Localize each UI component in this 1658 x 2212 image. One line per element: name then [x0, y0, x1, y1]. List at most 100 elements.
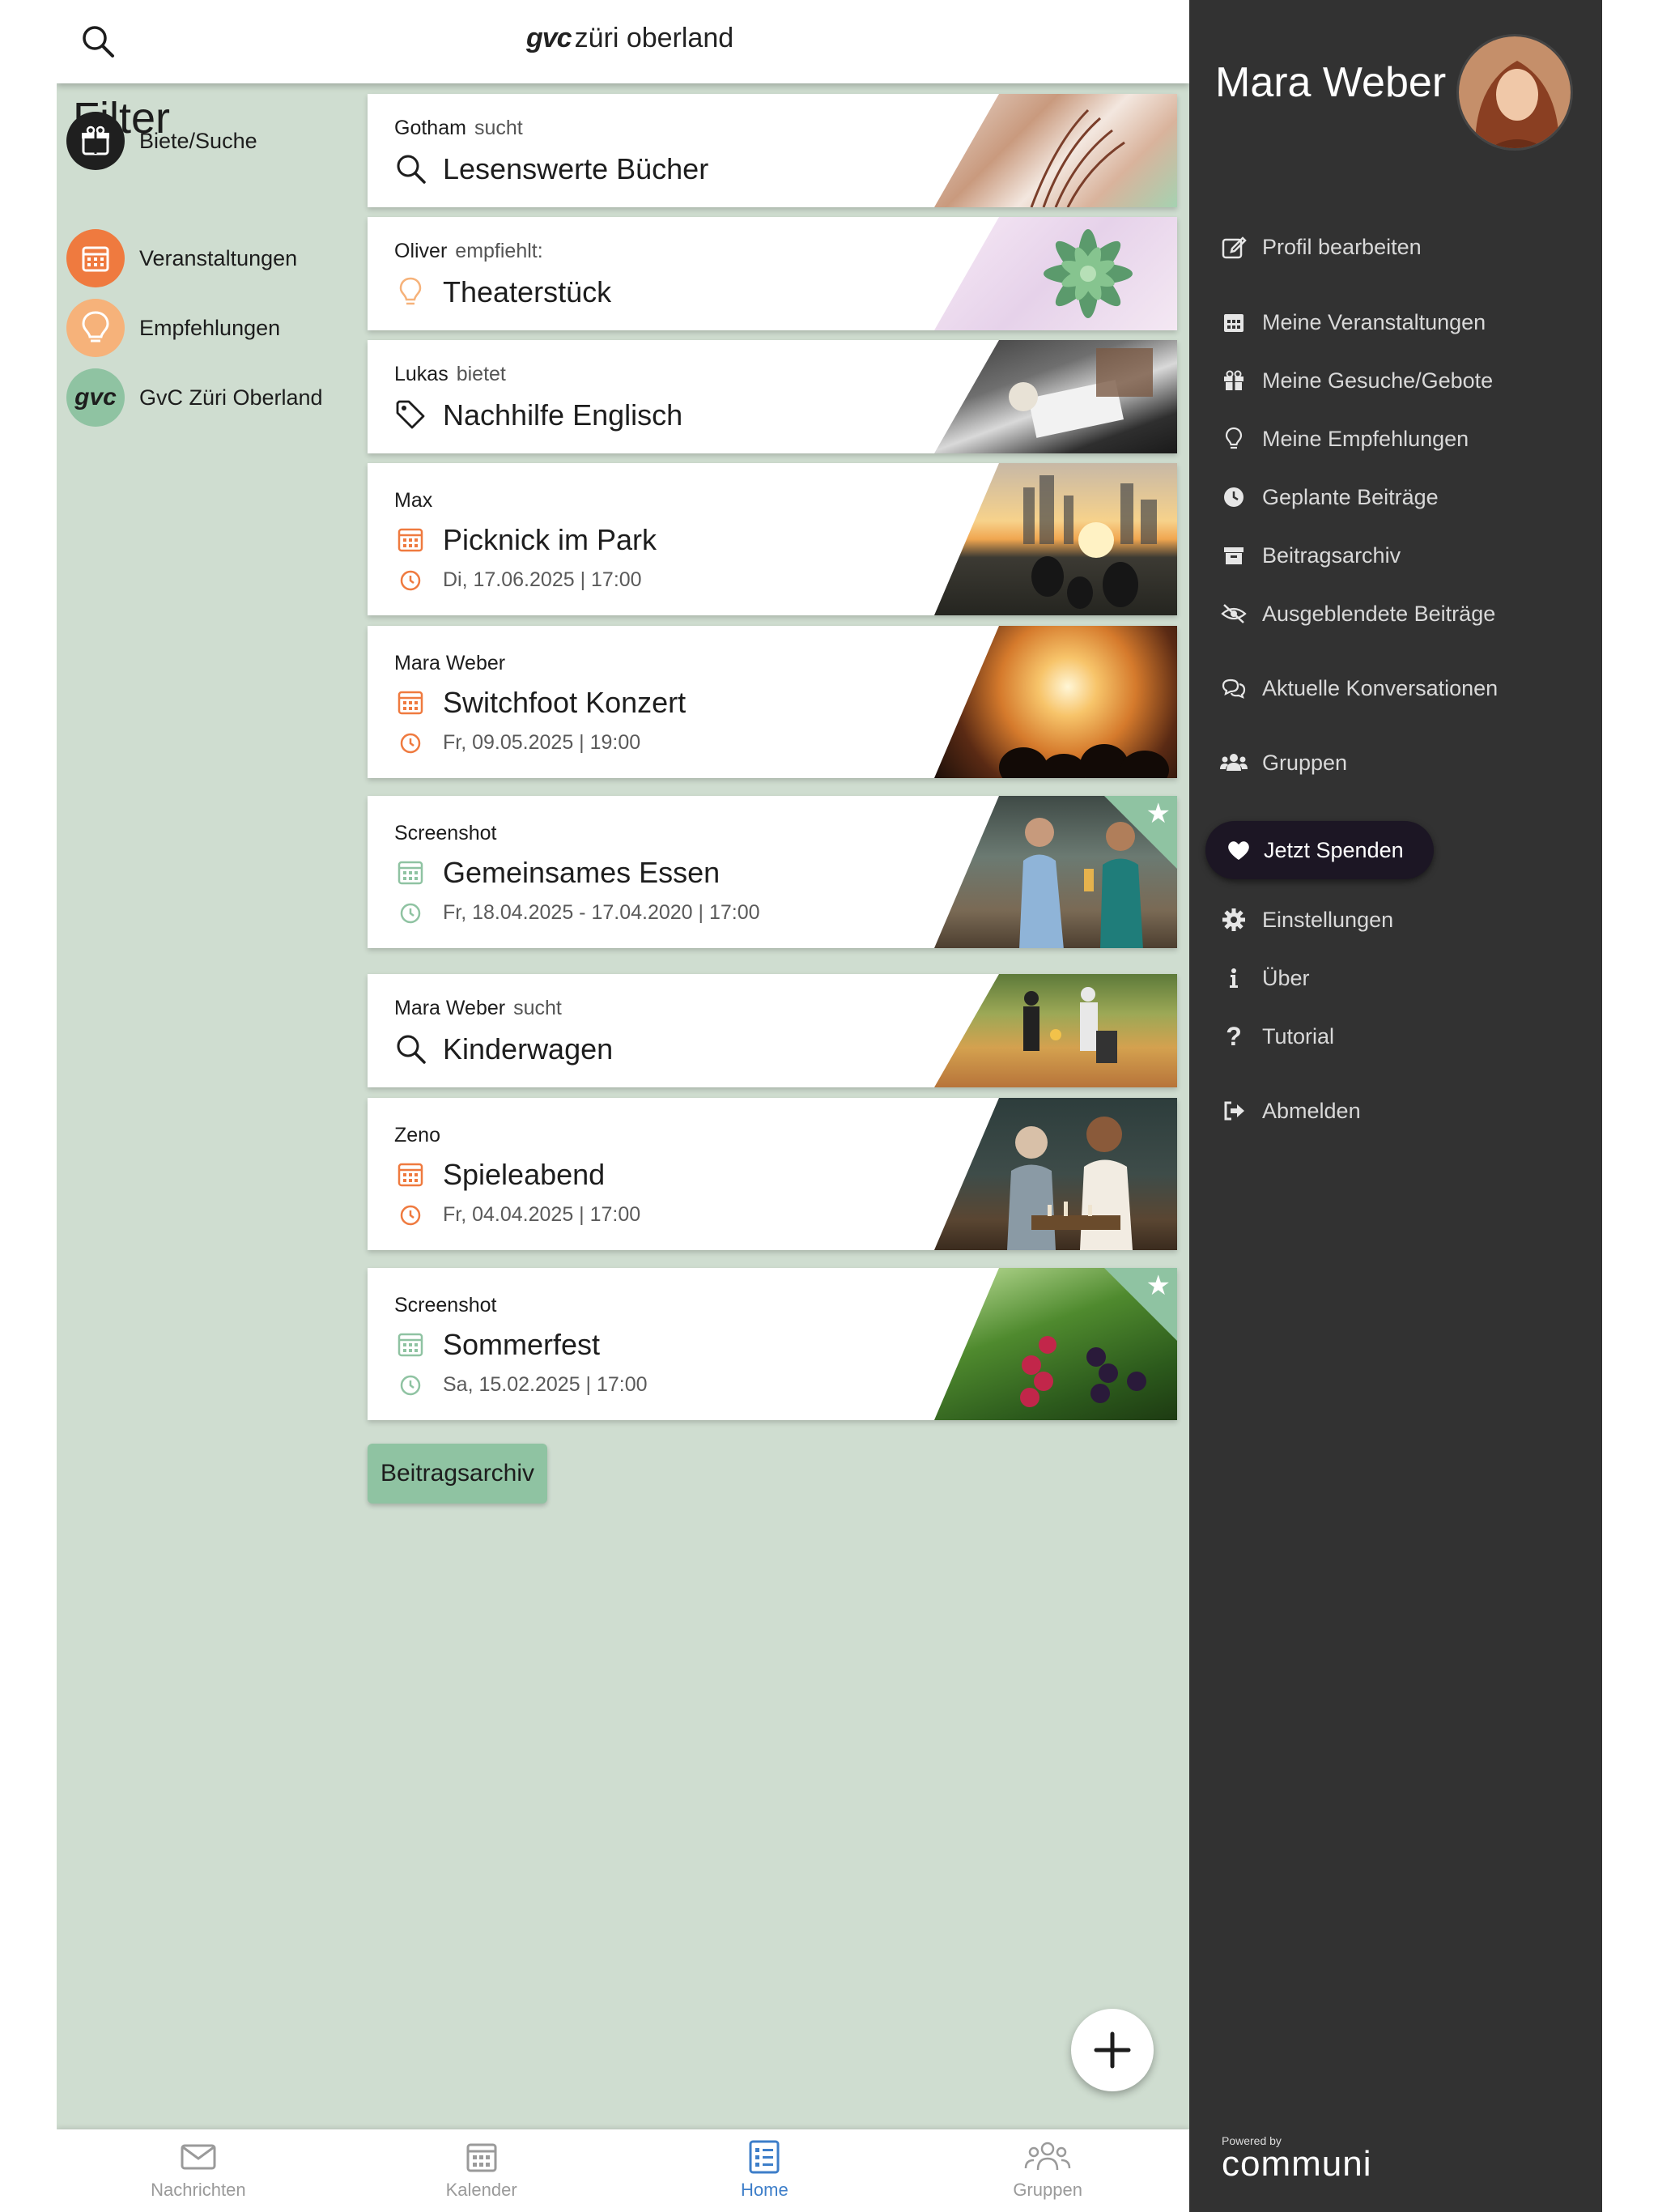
- menu-geplante-beitraege[interactable]: Geplante Beiträge: [1218, 479, 1439, 515]
- chat-icon: [1218, 673, 1249, 704]
- groups-icon: [1024, 2142, 1071, 2171]
- filter-item-biete-suche[interactable]: Biete/Suche: [66, 112, 257, 170]
- menu-label: Profil bearbeiten: [1262, 234, 1422, 259]
- avatar[interactable]: [1456, 34, 1573, 151]
- donate-button[interactable]: Jetzt Spenden: [1205, 821, 1434, 879]
- search-icon: [397, 1035, 426, 1064]
- gvc-logo-icon: gvc: [66, 368, 125, 427]
- menu-meine-gesuche-gebote[interactable]: Meine Gesuche/Gebote: [1218, 363, 1493, 398]
- powered-by-communi: Powered by communi: [1222, 2134, 1372, 2184]
- feed-card[interactable]: Gotham sucht Lesenswerte Bücher: [368, 94, 1177, 207]
- card-verb: sucht: [474, 117, 523, 139]
- tag-icon: [396, 400, 425, 429]
- card-author: Oliver: [394, 240, 448, 262]
- donate-label: Jetzt Spenden: [1264, 837, 1404, 862]
- menu-einstellungen[interactable]: Einstellungen: [1218, 902, 1393, 938]
- card-title: Lesenswerte Bücher: [443, 152, 709, 185]
- menu-label: Tutorial: [1262, 1023, 1335, 1049]
- filter-item-gvc-zueri-oberland[interactable]: gvc GvC Züri Oberland: [66, 368, 323, 427]
- filter-label: Veranstaltungen: [139, 245, 298, 270]
- drawer-user-name: Mara Weber: [1215, 59, 1447, 106]
- card-image-chess: [934, 1098, 1177, 1250]
- menu-label: Abmelden: [1262, 1098, 1361, 1123]
- card-image-study: [934, 340, 1177, 453]
- card-image-park-walk: [934, 974, 1177, 1087]
- menu-profil-bearbeiten[interactable]: Profil bearbeiten: [1218, 229, 1422, 265]
- menu-aktuelle-konversationen[interactable]: Aktuelle Konversationen: [1218, 670, 1498, 706]
- card-author: Lukas: [394, 363, 449, 385]
- card-verb: bietet: [456, 363, 506, 385]
- card-image-books: [934, 94, 1177, 207]
- menu-tutorial[interactable]: ? Tutorial: [1218, 1019, 1334, 1054]
- archive-button[interactable]: Beitragsarchiv: [368, 1444, 547, 1504]
- card-author: Gotham: [394, 117, 466, 139]
- card-image-picnic: [934, 463, 1177, 615]
- menu-meine-veranstaltungen[interactable]: Meine Veranstaltungen: [1218, 304, 1486, 340]
- menu-ueber[interactable]: Über: [1218, 960, 1310, 996]
- list-icon: [749, 2140, 780, 2174]
- card-title: Sommerfest: [443, 1328, 601, 1361]
- card-title: Switchfoot Konzert: [443, 686, 687, 719]
- menu-ausgeblendete-beitraege[interactable]: Ausgeblendete Beiträge: [1218, 596, 1495, 632]
- nav-label: Home: [741, 2180, 789, 2200]
- nav-gruppen[interactable]: Gruppen: [906, 2129, 1189, 2212]
- menu-gruppen[interactable]: Gruppen: [1218, 745, 1347, 781]
- card-verb: sucht: [513, 997, 562, 1019]
- nav-home[interactable]: Home: [623, 2129, 907, 2212]
- feed-card[interactable]: Oliver empfiehlt: Theaterstück: [368, 217, 1177, 330]
- calendar-icon: [397, 691, 423, 715]
- add-post-button[interactable]: [1071, 2009, 1154, 2091]
- search-button[interactable]: [79, 23, 117, 60]
- menu-label: Gruppen: [1262, 750, 1348, 775]
- menu-label: Ausgeblendete Beiträge: [1262, 601, 1496, 626]
- card-image-succulent: [934, 217, 1177, 330]
- edit-icon: [1218, 232, 1249, 262]
- menu-abmelden[interactable]: Abmelden: [1218, 1093, 1361, 1129]
- feed-card[interactable]: Mara Weber Switchfoot Konzert Fr, 09.05.…: [368, 626, 1177, 778]
- card-image-concert: [934, 626, 1177, 778]
- feed-card[interactable]: Zeno Spieleabend Fr, 04.04.2025 | 17:00: [368, 1098, 1177, 1250]
- feed-card[interactable]: Screenshot Gemeinsames Essen Fr, 18.04.2…: [368, 796, 1177, 948]
- nav-label: Nachrichten: [151, 2180, 246, 2200]
- feed-card[interactable]: Screenshot Sommerfest Sa, 15.02.2025 | 1…: [368, 1268, 1177, 1420]
- calendar-icon: [66, 229, 125, 287]
- feed-card[interactable]: Mara Weber sucht Kinderwagen: [368, 974, 1177, 1087]
- brand-logo-text: züri oberland: [574, 23, 734, 53]
- card-title: Theaterstück: [443, 275, 612, 308]
- envelope-icon: [181, 2144, 216, 2170]
- feed-card[interactable]: Lukas bietet Nachhilfe Englisch: [368, 340, 1177, 453]
- main-panel: gvc züri oberland Filter Biete/Suche Ver…: [57, 0, 1189, 2212]
- nav-nachrichten[interactable]: Nachrichten: [57, 2129, 340, 2212]
- card-date: Fr, 09.05.2025 | 19:00: [443, 731, 641, 754]
- clock-icon: [400, 570, 421, 591]
- feed-card[interactable]: Max Picknick im Park Di, 17.06.2025 | 17…: [368, 463, 1177, 615]
- menu-label: Geplante Beiträge: [1262, 484, 1439, 509]
- plus-icon: [1094, 2031, 1131, 2069]
- clock-icon: [400, 903, 421, 924]
- users-icon: [1218, 747, 1249, 778]
- menu-label: Einstellungen: [1262, 907, 1394, 932]
- nav-kalender[interactable]: Kalender: [340, 2129, 623, 2212]
- card-date: Fr, 18.04.2025 - 17.04.2020 | 17:00: [443, 901, 760, 924]
- clock-icon: [400, 1375, 421, 1396]
- menu-label: Beitragsarchiv: [1262, 542, 1401, 568]
- side-drawer: Mara Weber Profil bearbeiten Meine Veran…: [1189, 0, 1602, 2212]
- search-icon: [397, 155, 426, 184]
- card-author: Mara Weber: [394, 997, 506, 1019]
- card-date: Fr, 04.04.2025 | 17:00: [443, 1203, 641, 1226]
- lightbulb-icon: [66, 299, 125, 357]
- filter-item-empfehlungen[interactable]: Empfehlungen: [66, 299, 280, 357]
- filter-item-veranstaltungen[interactable]: Veranstaltungen: [66, 229, 297, 287]
- menu-label: Über: [1262, 965, 1310, 990]
- card-author: Max: [394, 489, 433, 512]
- calendar-icon: [397, 528, 423, 552]
- card-date: Sa, 15.02.2025 | 17:00: [443, 1373, 648, 1396]
- gift-icon: [1218, 365, 1249, 396]
- card-author: Screenshot: [394, 1294, 497, 1317]
- card-title: Kinderwagen: [443, 1032, 614, 1066]
- card-title: Gemeinsames Essen: [443, 856, 721, 889]
- clock-icon: [400, 1205, 421, 1226]
- menu-beitragsarchiv[interactable]: Beitragsarchiv: [1218, 538, 1401, 573]
- menu-meine-empfehlungen[interactable]: Meine Empfehlungen: [1218, 421, 1469, 457]
- clock-icon: [1218, 482, 1249, 513]
